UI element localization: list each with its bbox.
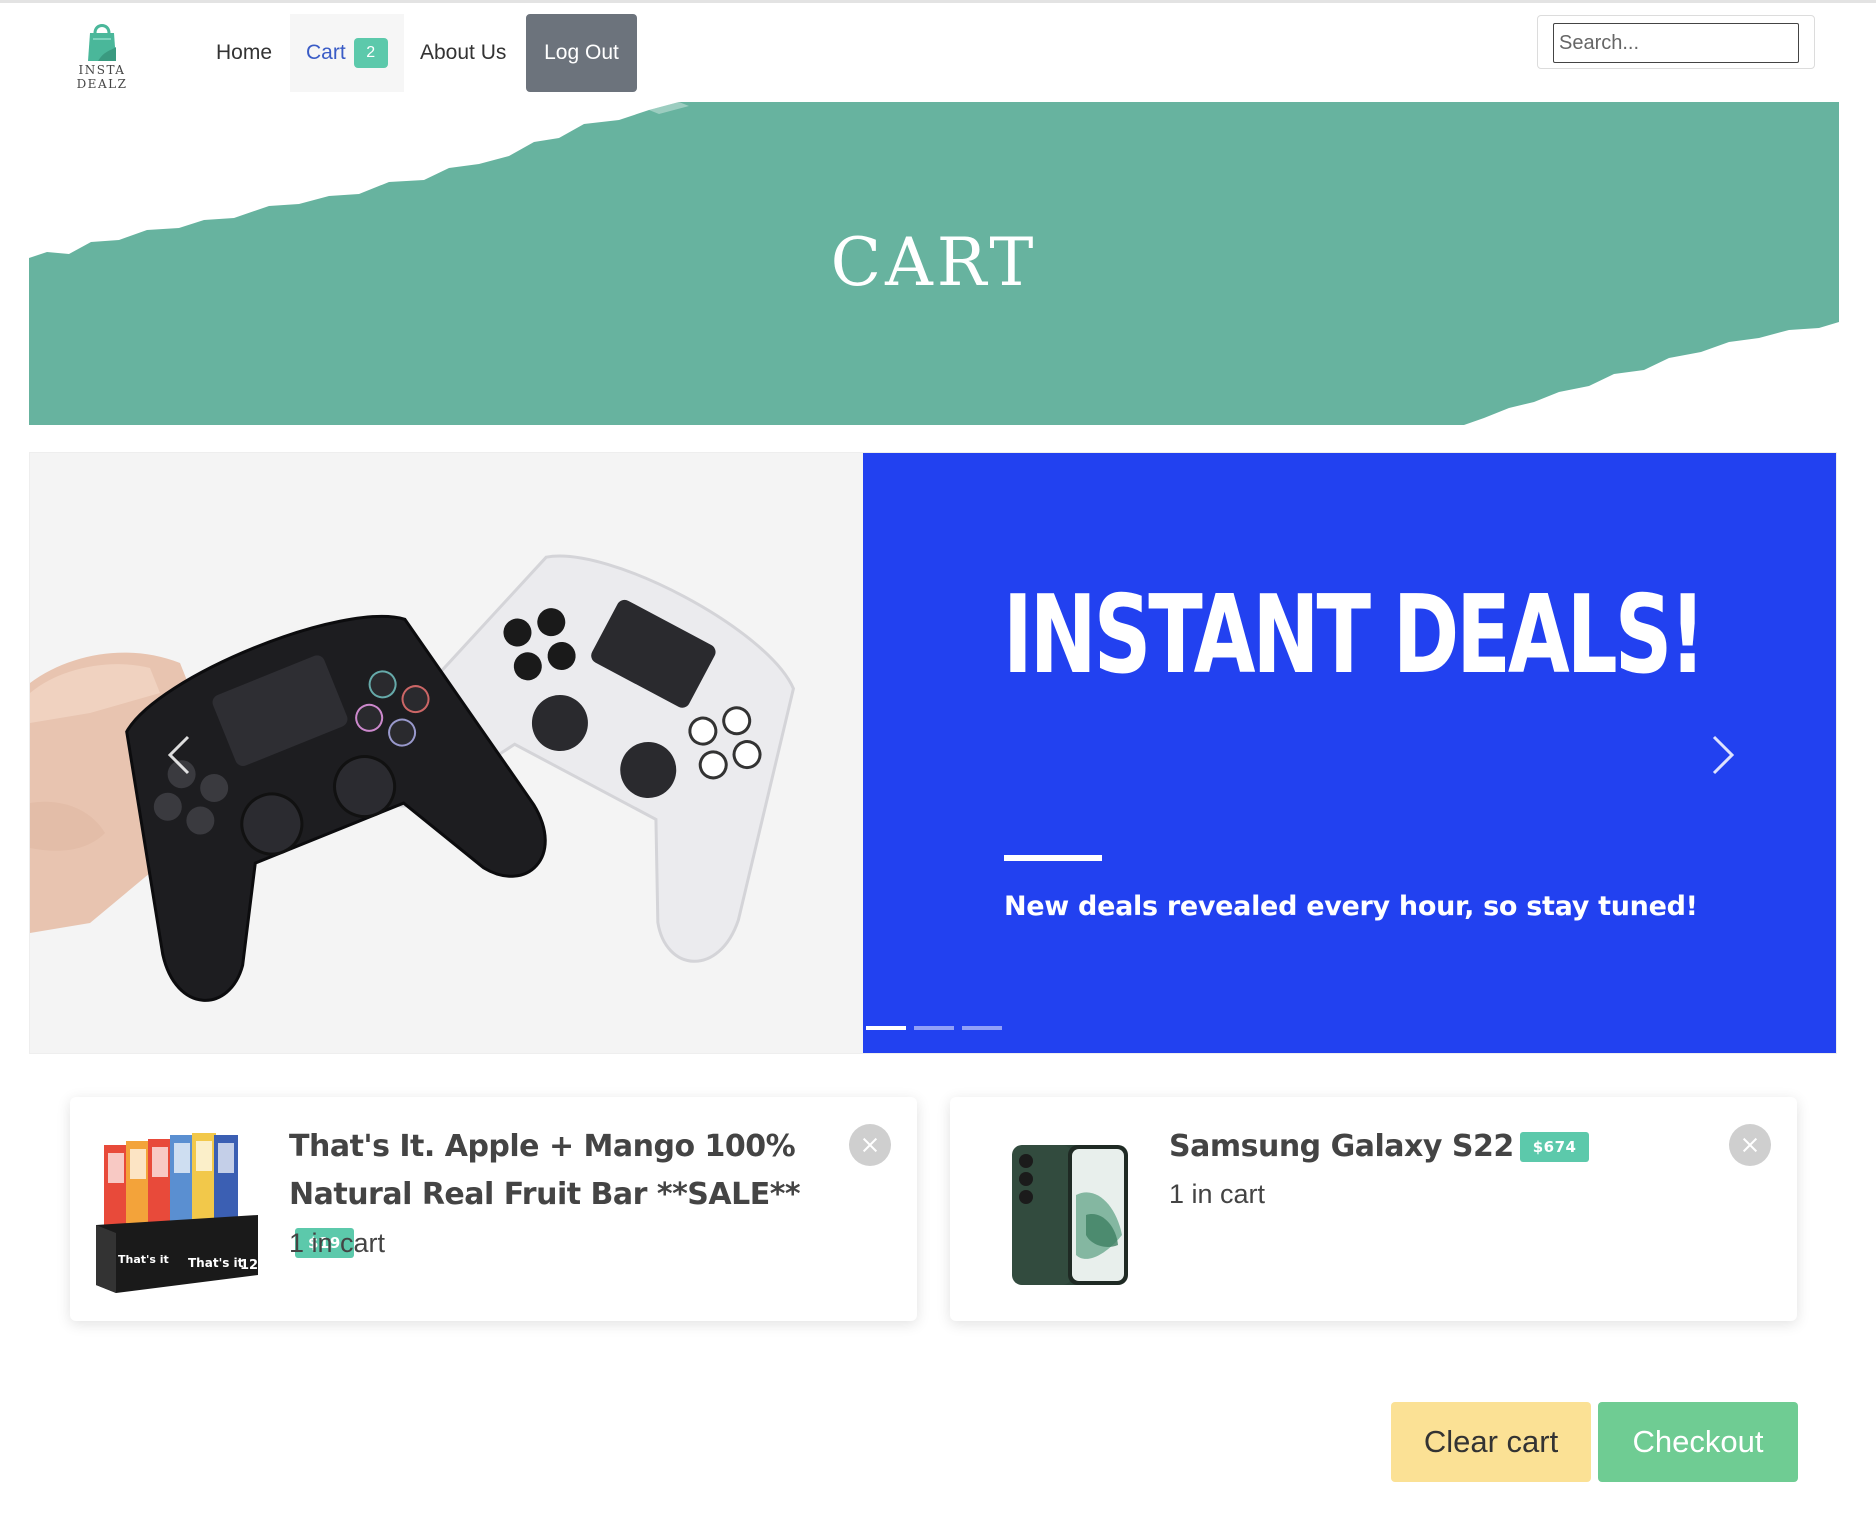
nav-cart[interactable]: Cart 2 [290,14,404,92]
carousel-indicator-2[interactable] [914,1026,954,1030]
search-input[interactable] [1553,23,1799,63]
clear-cart-button[interactable]: Clear cart [1391,1402,1591,1482]
cart-item-name: That's It. Apple + Mango 100% Natural Re… [289,1129,801,1212]
remove-item-button[interactable] [849,1124,891,1166]
nav-cart-label: Cart [306,41,346,64]
nav-home[interactable]: Home [200,14,288,92]
navbar: INSTA DEALZ Home Cart 2 About Us Log Out [0,3,1876,101]
price-badge: $674 [1519,1132,1590,1162]
shopping-bag-icon [88,24,116,61]
chevron-right-icon [1712,735,1735,775]
search-container [1537,15,1815,69]
brand-logo[interactable]: INSTA DEALZ [52,17,152,91]
fruit-bar-box-icon: That's it That's it 12 [96,1125,258,1293]
cart-item-quantity: 1 in cart [289,1228,386,1258]
chevron-left-icon [167,735,190,775]
smartphone-icon [976,1125,1138,1293]
cart-item-quantity: 1 in cart [1169,1179,1266,1209]
slide-headline: INSTANT DEALS! [1003,573,1706,698]
slide-promo: INSTANT DEALS! New deals revealed every … [863,453,1836,1053]
page-title: CART [830,224,1038,301]
carousel-next-button[interactable] [1692,715,1752,795]
slide-divider [1004,855,1102,861]
nav-about-us[interactable]: About Us [404,14,522,92]
cart-item-title: Samsung Galaxy S22 $674 [1169,1123,1769,1171]
page-banner: CART [29,102,1839,425]
deals-carousel: INSTANT DEALS! New deals revealed every … [29,452,1837,1054]
cart-item-name: Samsung Galaxy S22 [1169,1129,1514,1164]
cart-item: That's it That's it 12 That's It. Apple … [70,1097,917,1321]
brand-name: INSTA DEALZ [76,63,128,91]
carousel-prev-button[interactable] [148,715,208,795]
box-label-1: That's it [118,1253,169,1266]
slide-subtext: New deals revealed every hour, so stay t… [1004,891,1698,922]
checkout-button[interactable]: Checkout [1598,1402,1798,1482]
box-label-3: 12 [240,1258,258,1273]
cart-count-badge: 2 [353,38,388,68]
carousel-indicator-1[interactable] [866,1026,906,1030]
remove-item-button[interactable] [1729,1124,1771,1166]
logout-button[interactable]: Log Out [526,14,637,92]
carousel-indicator-3[interactable] [962,1026,1002,1030]
cart-item: Samsung Galaxy S22 $674 1 in cart [950,1097,1797,1321]
box-label-2: That's it [188,1256,244,1270]
